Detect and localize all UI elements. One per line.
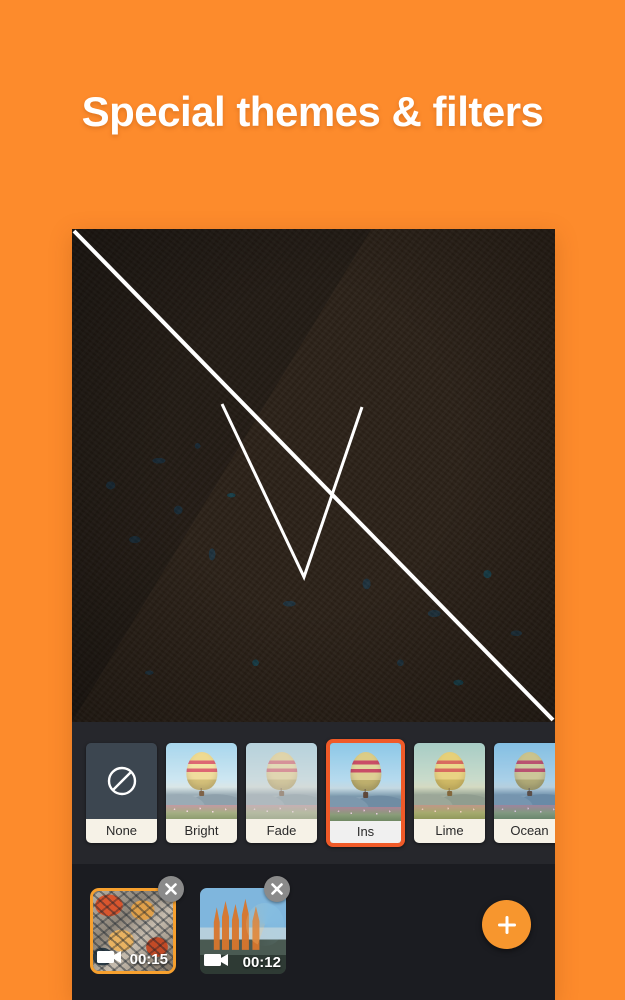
clip-remove-button[interactable] — [158, 876, 184, 902]
clip-remove-button[interactable] — [264, 876, 290, 902]
filter-label: Lime — [414, 819, 485, 843]
filter-tile-lime[interactable]: Lime — [414, 743, 485, 843]
filter-thumb — [86, 743, 157, 819]
page-title: Special themes & filters — [81, 88, 544, 135]
filter-tile-ins[interactable]: Ins — [326, 739, 405, 847]
filter-grade-overlay — [414, 743, 485, 819]
filter-tile-none[interactable]: None — [86, 743, 157, 843]
filter-preset-strip[interactable]: None Bright Fade Ins Lime Ocean — [72, 722, 555, 864]
clip-timeline[interactable]: 00:15 00:12 — [72, 864, 555, 1000]
preview-vignette — [72, 229, 555, 722]
filter-grade-overlay — [246, 743, 317, 819]
filter-grade-overlay — [330, 743, 401, 821]
filter-grade-overlay — [494, 743, 555, 819]
circle-slash-icon — [107, 766, 136, 796]
timeline-clip[interactable]: 00:15 — [90, 888, 176, 974]
video-camera-icon — [97, 951, 121, 963]
close-icon — [271, 883, 283, 895]
plus-icon — [497, 915, 516, 934]
filter-thumb — [246, 743, 317, 819]
filter-tile-ocean[interactable]: Ocean — [494, 743, 555, 843]
app-screenshot-panel: None Bright Fade Ins Lime Ocean 00:15 00… — [72, 229, 555, 1000]
clip-duration: 00:12 — [242, 954, 281, 971]
filter-grade-overlay — [166, 743, 237, 819]
filter-tile-fade[interactable]: Fade — [246, 743, 317, 843]
filter-label: Ocean — [494, 819, 555, 843]
video-preview[interactable] — [72, 229, 555, 722]
filter-thumb — [494, 743, 555, 819]
promo-frame: Special themes & filters None Bright Fad… — [0, 0, 625, 1000]
add-clip-button[interactable] — [482, 900, 531, 949]
filter-tile-bright[interactable]: Bright — [166, 743, 237, 843]
filter-label: Fade — [246, 819, 317, 843]
close-icon — [165, 883, 177, 895]
filter-label: None — [86, 819, 157, 843]
filter-thumb — [330, 743, 401, 821]
filter-label: Ins — [330, 821, 401, 843]
clip-duration: 00:15 — [129, 951, 168, 968]
filter-thumb — [166, 743, 237, 819]
video-camera-icon — [204, 954, 228, 966]
no-filter-swatch — [86, 743, 157, 819]
filter-thumb — [414, 743, 485, 819]
filter-label: Bright — [166, 819, 237, 843]
